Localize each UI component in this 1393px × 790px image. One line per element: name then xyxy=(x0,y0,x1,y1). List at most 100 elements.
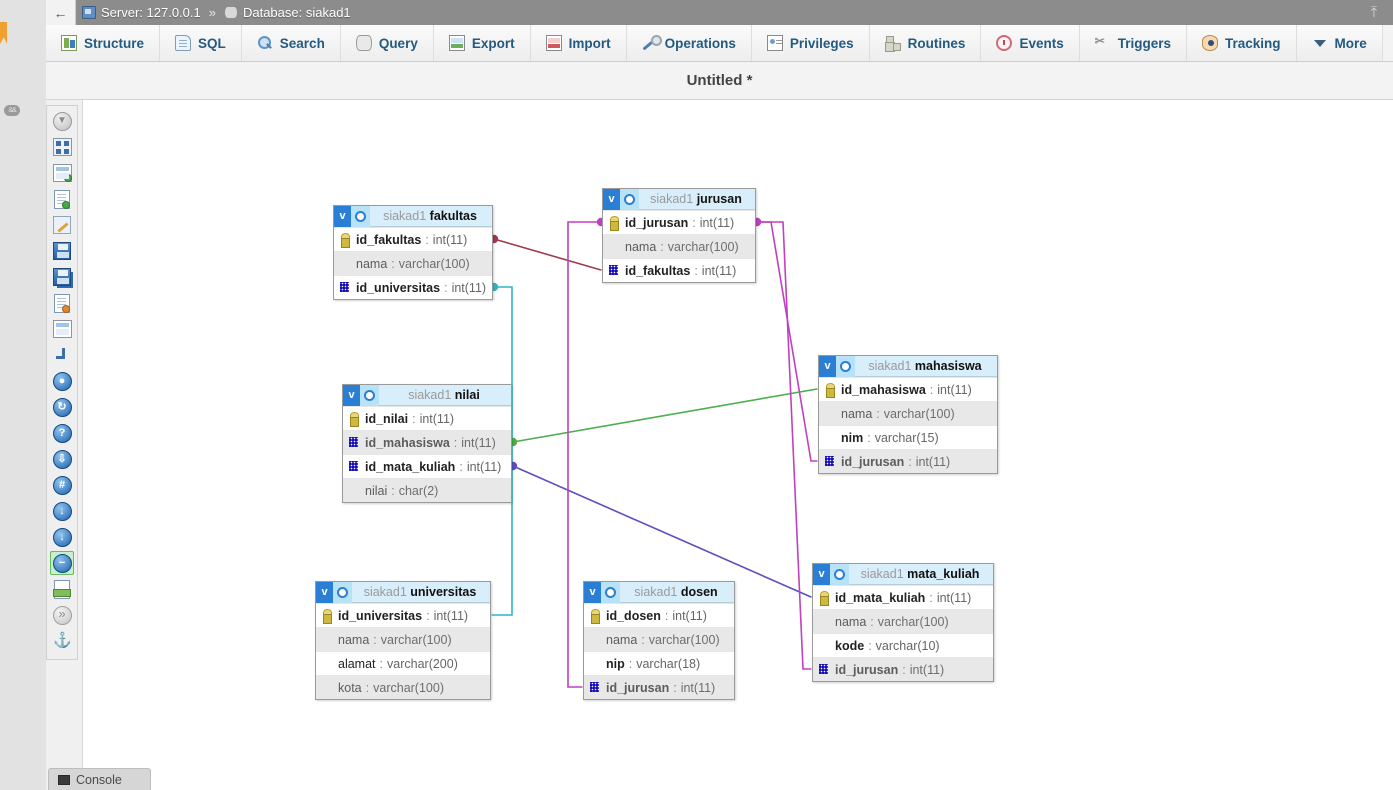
collapse-up-icon[interactable]: ⤒ xyxy=(1355,0,1393,25)
table-column-nilai-id_mahasiswa[interactable]: id_mahasiswa: int(11) xyxy=(343,430,511,454)
display-field-button[interactable]: ● xyxy=(50,369,74,393)
reload-page-button[interactable]: ↻ xyxy=(50,395,74,419)
tab-query[interactable]: Query xyxy=(340,25,434,61)
collapse-toggle-icon[interactable]: v xyxy=(819,355,836,377)
display-field-icon: ● xyxy=(52,371,72,391)
toggle-fullscreen-button[interactable] xyxy=(50,135,74,159)
show-hide-panel-button[interactable]: ▼ xyxy=(50,109,74,133)
tab-import[interactable]: Import xyxy=(530,25,627,61)
tab-triggers[interactable]: Triggers xyxy=(1079,25,1187,61)
tab-tracking[interactable]: Tracking xyxy=(1187,25,1297,61)
console-toggle[interactable]: Console xyxy=(48,768,151,790)
tab-privileges[interactable]: Privileges xyxy=(751,25,870,61)
table-column-jurusan-id_fakultas[interactable]: id_fakultas: int(11) xyxy=(603,258,755,282)
new-page-button[interactable] xyxy=(50,187,74,211)
table-column-mahasiswa-nim[interactable]: nim: varchar(15) xyxy=(819,425,997,449)
table-column-nilai-id_nilai[interactable]: id_nilai: int(11) xyxy=(343,406,511,430)
save-page-as-button[interactable] xyxy=(50,265,74,289)
new-relation-button[interactable] xyxy=(50,161,74,185)
delete-page-button[interactable] xyxy=(50,291,74,315)
export-layout-button[interactable]: ↓ xyxy=(50,525,74,549)
table-column-mata_kuliah-kode[interactable]: kode: varchar(10) xyxy=(813,633,993,657)
pin-menu-button[interactable]: ⚓ xyxy=(50,629,74,653)
column-name: id_jurusan xyxy=(835,662,899,677)
angular-links-button[interactable]: ⇩ xyxy=(50,447,74,471)
tab-export[interactable]: Export xyxy=(433,25,531,61)
table-column-mahasiswa-id_mahasiswa[interactable]: id_mahasiswa: int(11) xyxy=(819,377,997,401)
collapse-toggle-icon[interactable]: v xyxy=(316,581,333,603)
designer-canvas[interactable]: v siakad1 fakultas id_fakultas: int(11) nama… xyxy=(82,100,1393,790)
column-name: nama xyxy=(625,239,657,254)
table-column-dosen-id_jurusan[interactable]: id_jurusan: int(11) xyxy=(584,675,734,699)
collapse-toggle-icon[interactable]: v xyxy=(334,205,351,227)
table-column-jurusan-nama[interactable]: nama: varchar(100) xyxy=(603,234,755,258)
table-box-jurusan[interactable]: v siakad1 jurusan id_jurusan: int(11) nama: v… xyxy=(602,188,756,283)
collapse-toggle-icon[interactable]: v xyxy=(343,384,360,406)
back-button[interactable]: ← xyxy=(46,0,76,25)
table-column-nilai-nilai[interactable]: nilai: char(2) xyxy=(343,478,511,502)
table-column-dosen-id_dosen[interactable]: id_dosen: int(11) xyxy=(584,603,734,627)
table-column-dosen-nama[interactable]: nama: varchar(100) xyxy=(584,627,734,651)
breadcrumb-server[interactable]: Server: 127.0.0.1 xyxy=(76,5,207,20)
table-header-nilai[interactable]: v siakad1 nilai xyxy=(343,384,511,406)
gear-icon[interactable] xyxy=(351,205,370,227)
edit-page-button[interactable] xyxy=(50,213,74,237)
table-column-mahasiswa-nama[interactable]: nama: varchar(100) xyxy=(819,401,997,425)
gear-icon[interactable] xyxy=(601,581,620,603)
table-column-nilai-id_mata_kuliah[interactable]: id_mata_kuliah: int(11) xyxy=(343,454,511,478)
column-separator: : xyxy=(870,614,874,629)
tab-more[interactable]: More xyxy=(1296,25,1383,61)
table-structure-button[interactable] xyxy=(50,317,74,341)
table-column-fakultas-id_universitas[interactable]: id_universitas: int(11) xyxy=(334,275,492,299)
gear-icon[interactable] xyxy=(836,355,855,377)
table-column-mata_kuliah-id_jurusan[interactable]: id_jurusan: int(11) xyxy=(813,657,993,681)
table-box-mahasiswa[interactable]: v siakad1 mahasiswa id_mahasiswa: int(11) na… xyxy=(818,355,998,474)
save-page-button[interactable] xyxy=(50,239,74,263)
hide-show-all-button[interactable]: − xyxy=(50,551,74,575)
table-header-mahasiswa[interactable]: v siakad1 mahasiswa xyxy=(819,355,997,377)
table-column-universitas-kota[interactable]: kota: varchar(100) xyxy=(316,675,490,699)
column-separator: : xyxy=(391,256,395,271)
collapse-toggle-icon[interactable]: v xyxy=(813,563,830,585)
table-box-dosen[interactable]: v siakad1 dosen id_dosen: int(11) nama: varch… xyxy=(583,581,735,700)
table-column-mata_kuliah-nama[interactable]: nama: varchar(100) xyxy=(813,609,993,633)
tab-operations[interactable]: Operations xyxy=(626,25,752,61)
move-menu-button[interactable] xyxy=(50,603,74,627)
table-box-nilai[interactable]: v siakad1 nilai id_nilai: int(11) id_mahasis… xyxy=(342,384,512,503)
tab-routines[interactable]: Routines xyxy=(869,25,982,61)
table-column-mata_kuliah-id_mata_kuliah[interactable]: id_mata_kuliah: int(11) xyxy=(813,585,993,609)
table-box-fakultas[interactable]: v siakad1 fakultas id_fakultas: int(11) nama… xyxy=(333,205,493,300)
breadcrumb-database[interactable]: Database: siakad1 xyxy=(218,5,357,20)
gear-icon[interactable] xyxy=(333,581,352,603)
tab-events[interactable]: Events xyxy=(981,25,1080,61)
gear-icon[interactable] xyxy=(360,384,379,406)
table-header-fakultas[interactable]: v siakad1 fakultas xyxy=(334,205,492,227)
table-header-mata_kuliah[interactable]: v siakad1 mata_kuliah xyxy=(813,563,993,585)
table-box-mata_kuliah[interactable]: v siakad1 mata_kuliah id_mata_kuliah: int(1… xyxy=(812,563,994,682)
export-schema-button[interactable] xyxy=(50,577,74,601)
table-column-dosen-nip[interactable]: nip: varchar(18) xyxy=(584,651,734,675)
table-column-mahasiswa-id_jurusan[interactable]: id_jurusan: int(11) xyxy=(819,449,997,473)
table-column-fakultas-nama[interactable]: nama: varchar(100) xyxy=(334,251,492,275)
table-header-universitas[interactable]: v siakad1 universitas xyxy=(316,581,490,603)
import-layout-button[interactable]: ↓ xyxy=(50,499,74,523)
gear-icon[interactable] xyxy=(620,188,639,210)
collapse-toggle-icon[interactable]: v xyxy=(584,581,601,603)
tab-structure[interactable]: Structure xyxy=(46,25,161,61)
snap-to-grid-button[interactable]: # xyxy=(50,473,74,497)
table-column-universitas-id_universitas[interactable]: id_universitas: int(11) xyxy=(316,603,490,627)
table-box-universitas[interactable]: v siakad1 universitas id_universitas: int(1… xyxy=(315,581,491,700)
grid-icon: # xyxy=(52,475,72,495)
table-header-dosen[interactable]: v siakad1 dosen xyxy=(584,581,734,603)
table-column-fakultas-id_fakultas[interactable]: id_fakultas: int(11) xyxy=(334,227,492,251)
collapse-toggle-icon[interactable]: v xyxy=(603,188,620,210)
tab-sql[interactable]: SQL xyxy=(160,25,242,61)
table-column-universitas-alamat[interactable]: alamat: varchar(200) xyxy=(316,651,490,675)
create-relation-button[interactable] xyxy=(50,343,74,367)
help-button[interactable]: ? xyxy=(50,421,74,445)
tab-search[interactable]: Search xyxy=(241,25,341,61)
table-column-universitas-nama[interactable]: nama: varchar(100) xyxy=(316,627,490,651)
gear-icon[interactable] xyxy=(830,563,849,585)
table-header-jurusan[interactable]: v siakad1 jurusan xyxy=(603,188,755,210)
table-column-jurusan-id_jurusan[interactable]: id_jurusan: int(11) xyxy=(603,210,755,234)
